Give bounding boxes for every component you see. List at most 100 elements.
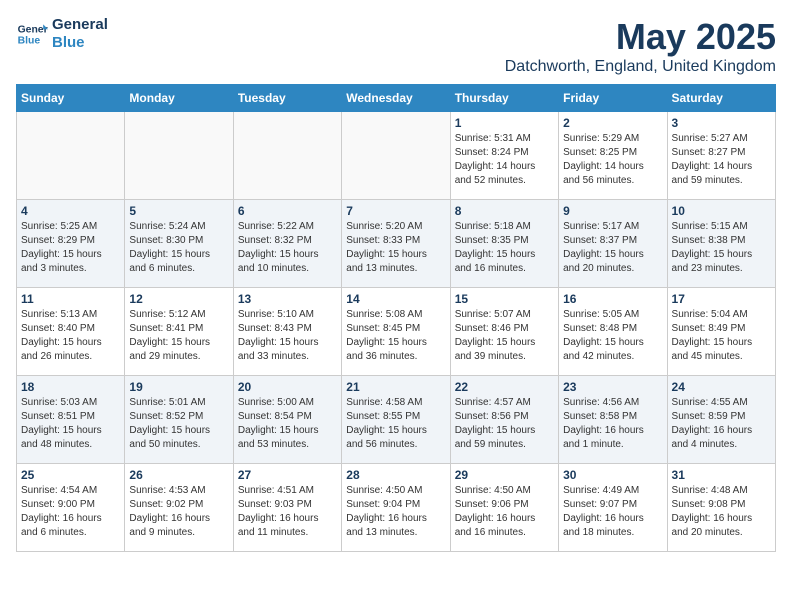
calendar-cell: 4Sunrise: 5:25 AM Sunset: 8:29 PM Daylig…	[17, 200, 125, 288]
day-number: 13	[238, 292, 337, 306]
calendar-week-row: 11 Sunrise: 5:13 AM Sunset: 8:40 PM Dayli…	[17, 288, 776, 376]
day-number: 4	[21, 204, 120, 218]
day-info: Sunrise: 5:04 AM Sunset: 8:49 PM Dayligh…	[672, 308, 771, 364]
calendar-table: SundayMondayTuesdayWednesdayThursdayFrid…	[16, 84, 776, 552]
day-info: Sunrise: 5:29 AM Sunset: 8:25 PM Dayligh…	[563, 132, 662, 188]
day-number: 26	[129, 468, 228, 482]
calendar-cell: 19Sunrise: 5:01 AM Sunset: 8:52 PM Dayli…	[125, 376, 233, 464]
day-number: 1	[455, 116, 554, 130]
day-number: 14	[346, 292, 445, 306]
calendar-cell	[125, 112, 233, 200]
calendar-cell: 25Sunrise: 4:54 AM Sunset: 9:00 PM Dayli…	[17, 464, 125, 552]
day-info: Sunrise: 4:57 AM Sunset: 8:56 PM Dayligh…	[455, 396, 554, 452]
day-number: 23	[563, 380, 662, 394]
day-info: Sunrise: 4:55 AM Sunset: 8:59 PM Dayligh…	[672, 396, 771, 452]
weekday-header: Thursday	[450, 85, 558, 112]
day-number: 6	[238, 204, 337, 218]
calendar-week-row: 25Sunrise: 4:54 AM Sunset: 9:00 PM Dayli…	[17, 464, 776, 552]
calendar-body: 1Sunrise: 5:31 AM Sunset: 8:24 PM Daylig…	[17, 112, 776, 552]
day-number: 17	[672, 292, 771, 306]
calendar-cell: 8 Sunrise: 5:18 AM Sunset: 8:35 PM Daylig…	[450, 200, 558, 288]
day-info: Sunrise: 4:58 AM Sunset: 8:55 PM Dayligh…	[346, 396, 445, 452]
calendar-cell: 26 Sunrise: 4:53 AM Sunset: 9:02 PM Dayli…	[125, 464, 233, 552]
day-info: Sunrise: 5:12 AM Sunset: 8:41 PM Dayligh…	[129, 308, 228, 364]
calendar-cell: 24Sunrise: 4:55 AM Sunset: 8:59 PM Dayli…	[667, 376, 775, 464]
day-number: 31	[672, 468, 771, 482]
calendar-cell: 13 Sunrise: 5:10 AM Sunset: 8:43 PM Dayli…	[233, 288, 341, 376]
logo-blue: Blue	[52, 34, 108, 52]
day-number: 22	[455, 380, 554, 394]
calendar-cell: 15Sunrise: 5:07 AM Sunset: 8:46 PM Dayli…	[450, 288, 558, 376]
weekday-header: Sunday	[17, 85, 125, 112]
calendar-cell: 7 Sunrise: 5:20 AM Sunset: 8:33 PM Daylig…	[342, 200, 450, 288]
calendar-week-row: 1Sunrise: 5:31 AM Sunset: 8:24 PM Daylig…	[17, 112, 776, 200]
calendar-cell: 1Sunrise: 5:31 AM Sunset: 8:24 PM Daylig…	[450, 112, 558, 200]
calendar-cell: 21 Sunrise: 4:58 AM Sunset: 8:55 PM Dayli…	[342, 376, 450, 464]
day-number: 8	[455, 204, 554, 218]
day-info: Sunrise: 5:07 AM Sunset: 8:46 PM Dayligh…	[455, 308, 554, 364]
day-info: Sunrise: 4:49 AM Sunset: 9:07 PM Dayligh…	[563, 484, 662, 540]
calendar-cell: 14 Sunrise: 5:08 AM Sunset: 8:45 PM Dayli…	[342, 288, 450, 376]
weekday-header: Friday	[559, 85, 667, 112]
day-info: Sunrise: 5:20 AM Sunset: 8:33 PM Dayligh…	[346, 220, 445, 276]
day-info: Sunrise: 5:27 AM Sunset: 8:27 PM Dayligh…	[672, 132, 771, 188]
day-info: Sunrise: 5:18 AM Sunset: 8:35 PM Dayligh…	[455, 220, 554, 276]
calendar-week-row: 4Sunrise: 5:25 AM Sunset: 8:29 PM Daylig…	[17, 200, 776, 288]
day-info: Sunrise: 5:22 AM Sunset: 8:32 PM Dayligh…	[238, 220, 337, 276]
day-info: Sunrise: 4:53 AM Sunset: 9:02 PM Dayligh…	[129, 484, 228, 540]
calendar-cell: 10 Sunrise: 5:15 AM Sunset: 8:38 PM Dayli…	[667, 200, 775, 288]
calendar-cell: 9 Sunrise: 5:17 AM Sunset: 8:37 PM Daylig…	[559, 200, 667, 288]
svg-text:Blue: Blue	[18, 36, 41, 47]
calendar-cell: 18 Sunrise: 5:03 AM Sunset: 8:51 PM Dayli…	[17, 376, 125, 464]
day-number: 10	[672, 204, 771, 218]
day-number: 7	[346, 204, 445, 218]
calendar-cell: 23Sunrise: 4:56 AM Sunset: 8:58 PM Dayli…	[559, 376, 667, 464]
calendar-cell: 31 Sunrise: 4:48 AM Sunset: 9:08 PM Dayli…	[667, 464, 775, 552]
logo-icon: General Blue	[16, 18, 48, 50]
weekday-row: SundayMondayTuesdayWednesdayThursdayFrid…	[17, 85, 776, 112]
calendar-subtitle: Datchworth, England, United Kingdom	[505, 58, 776, 76]
weekday-header: Tuesday	[233, 85, 341, 112]
day-info: Sunrise: 4:50 AM Sunset: 9:06 PM Dayligh…	[455, 484, 554, 540]
calendar-cell: 28 Sunrise: 4:50 AM Sunset: 9:04 PM Dayli…	[342, 464, 450, 552]
day-number: 12	[129, 292, 228, 306]
calendar-cell: 20 Sunrise: 5:00 AM Sunset: 8:54 PM Dayli…	[233, 376, 341, 464]
weekday-header: Monday	[125, 85, 233, 112]
calendar-cell: 2 Sunrise: 5:29 AM Sunset: 8:25 PM Daylig…	[559, 112, 667, 200]
calendar-cell: 30Sunrise: 4:49 AM Sunset: 9:07 PM Dayli…	[559, 464, 667, 552]
day-number: 16	[563, 292, 662, 306]
calendar-header: SundayMondayTuesdayWednesdayThursdayFrid…	[17, 85, 776, 112]
day-number: 29	[455, 468, 554, 482]
day-number: 21	[346, 380, 445, 394]
day-info: Sunrise: 5:03 AM Sunset: 8:51 PM Dayligh…	[21, 396, 120, 452]
calendar-cell	[342, 112, 450, 200]
calendar-cell: 5 Sunrise: 5:24 AM Sunset: 8:30 PM Daylig…	[125, 200, 233, 288]
day-number: 5	[129, 204, 228, 218]
day-info: Sunrise: 5:10 AM Sunset: 8:43 PM Dayligh…	[238, 308, 337, 364]
day-info: Sunrise: 5:00 AM Sunset: 8:54 PM Dayligh…	[238, 396, 337, 452]
day-number: 20	[238, 380, 337, 394]
day-number: 28	[346, 468, 445, 482]
day-info: Sunrise: 5:15 AM Sunset: 8:38 PM Dayligh…	[672, 220, 771, 276]
day-info: Sunrise: 5:05 AM Sunset: 8:48 PM Dayligh…	[563, 308, 662, 364]
calendar-cell: 6 Sunrise: 5:22 AM Sunset: 8:32 PM Daylig…	[233, 200, 341, 288]
day-number: 2	[563, 116, 662, 130]
day-info: Sunrise: 5:13 AM Sunset: 8:40 PM Dayligh…	[21, 308, 120, 364]
page-header: General Blue General Blue May 2025 Datch…	[16, 16, 776, 76]
day-number: 18	[21, 380, 120, 394]
calendar-cell: 27Sunrise: 4:51 AM Sunset: 9:03 PM Dayli…	[233, 464, 341, 552]
calendar-cell	[17, 112, 125, 200]
day-info: Sunrise: 4:48 AM Sunset: 9:08 PM Dayligh…	[672, 484, 771, 540]
day-info: Sunrise: 4:50 AM Sunset: 9:04 PM Dayligh…	[346, 484, 445, 540]
calendar-week-row: 18 Sunrise: 5:03 AM Sunset: 8:51 PM Dayli…	[17, 376, 776, 464]
weekday-header: Wednesday	[342, 85, 450, 112]
calendar-cell: 12 Sunrise: 5:12 AM Sunset: 8:41 PM Dayli…	[125, 288, 233, 376]
day-number: 9	[563, 204, 662, 218]
calendar-cell: 29 Sunrise: 4:50 AM Sunset: 9:06 PM Dayli…	[450, 464, 558, 552]
day-number: 25	[21, 468, 120, 482]
day-info: Sunrise: 5:17 AM Sunset: 8:37 PM Dayligh…	[563, 220, 662, 276]
day-info: Sunrise: 5:08 AM Sunset: 8:45 PM Dayligh…	[346, 308, 445, 364]
logo-general: General	[52, 16, 108, 34]
day-number: 11	[21, 292, 120, 306]
day-info: Sunrise: 5:24 AM Sunset: 8:30 PM Dayligh…	[129, 220, 228, 276]
